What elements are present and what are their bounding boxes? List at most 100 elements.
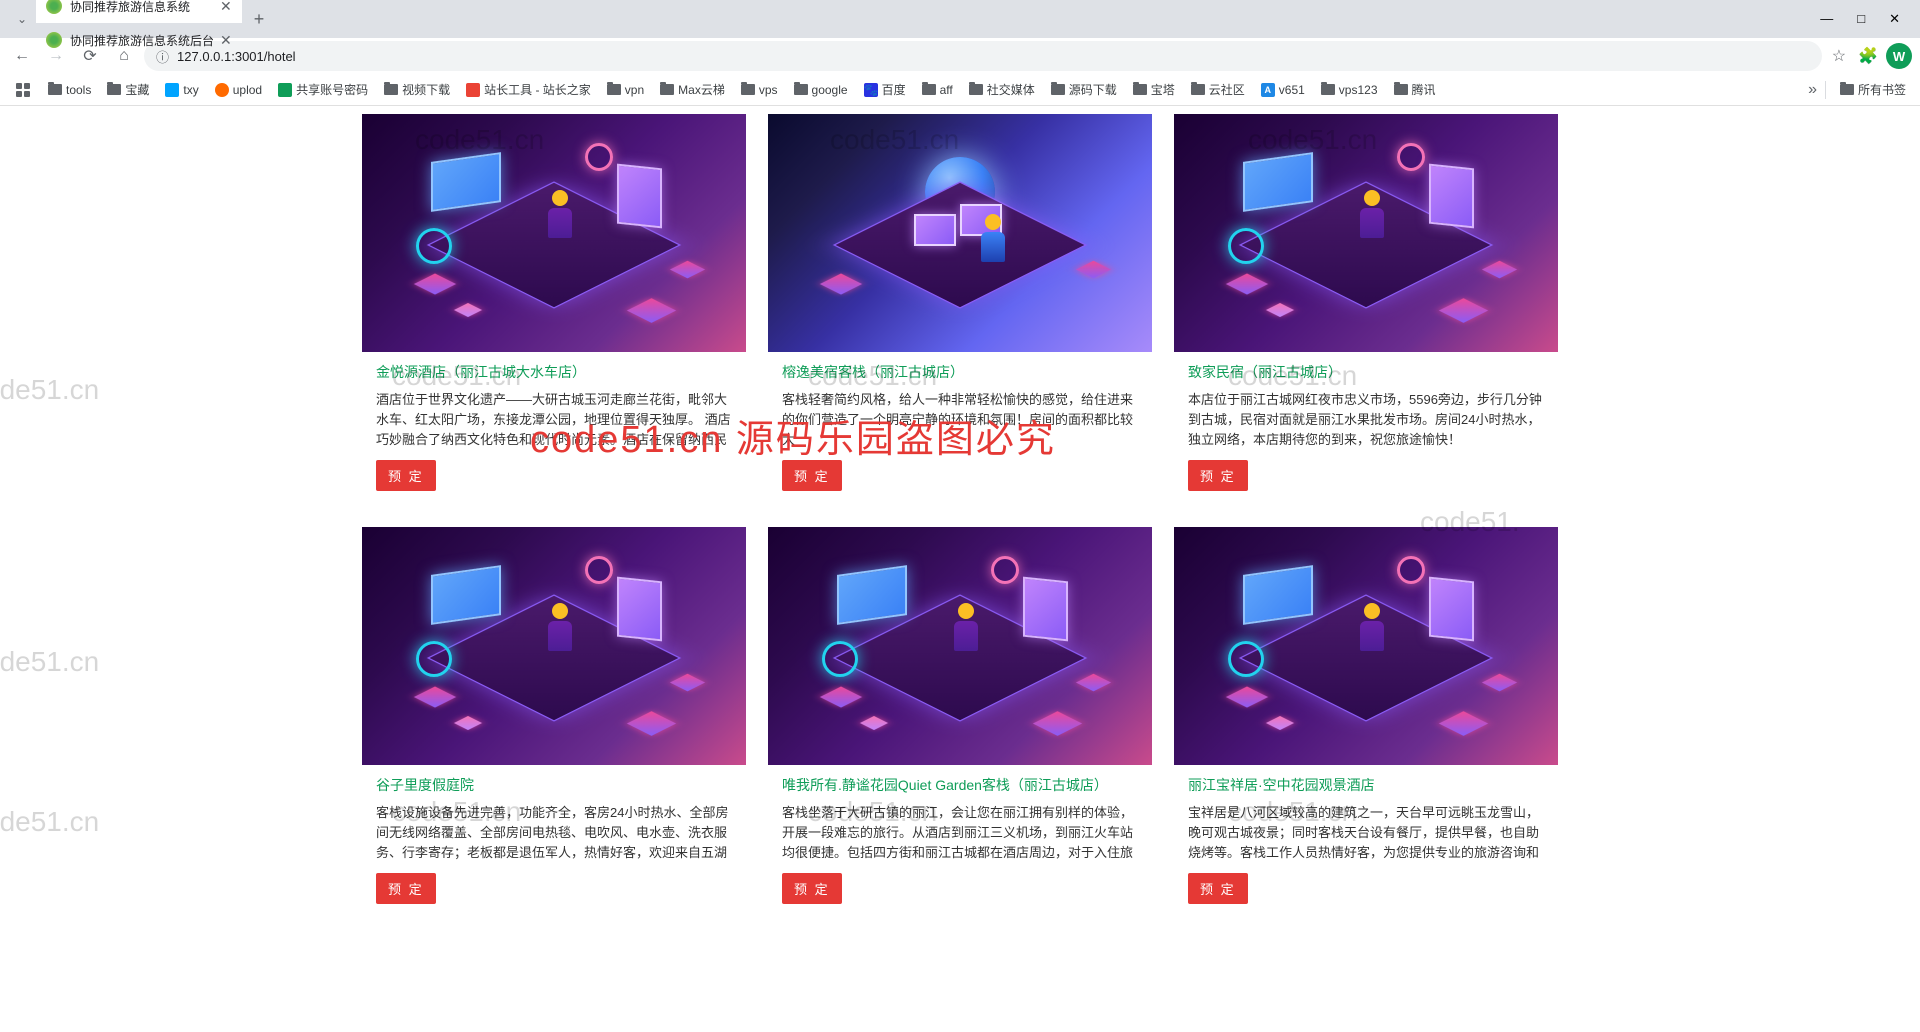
bookmark-item[interactable]: 共享账号密码 (272, 78, 374, 101)
folder-icon (1191, 84, 1205, 95)
book-button[interactable]: 预 定 (782, 873, 842, 904)
bookmark-item[interactable]: google (788, 80, 854, 100)
hotel-title[interactable]: 丽江宝祥居·空中花园观景酒店 (1188, 775, 1544, 795)
tab-dropdown[interactable]: ⌄ (8, 12, 36, 26)
folder-icon (1840, 84, 1854, 95)
bookmark-star-icon[interactable]: ☆ (1828, 42, 1850, 70)
hotel-info: 丽江宝祥居·空中花园观景酒店 宝祥居是八河区域较高的建筑之一，天台早可远眺玉龙雪… (1174, 765, 1558, 918)
hotel-image[interactable] (768, 114, 1152, 352)
hotel-title[interactable]: 唯我所有.静谧花园Quiet Garden客栈（丽江古城店） (782, 775, 1138, 795)
bookmark-item[interactable]: vps123 (1315, 80, 1384, 100)
bookmark-label: v651 (1279, 83, 1305, 97)
bookmark-item[interactable]: 🐾 百度 (858, 78, 912, 101)
bookmark-item[interactable]: 腾讯 (1388, 78, 1442, 101)
book-button[interactable]: 预 定 (1188, 460, 1248, 491)
tab-bar: ⌄ 协同推荐旅游信息系统 ✕ 协同推荐旅游信息系统后台 ✕ + — □ ✕ (0, 0, 1920, 38)
book-button[interactable]: 预 定 (376, 460, 436, 491)
hotel-description: 客栈设施设备先进完善，功能齐全，客房24小时热水、全部房间无线网络覆盖、全部房间… (376, 803, 732, 863)
bookmark-label: vps123 (1339, 83, 1378, 97)
bookmark-item[interactable]: Av651 (1255, 80, 1311, 100)
folder-icon (1394, 84, 1408, 95)
folder-icon (1133, 84, 1147, 95)
tab-close-icon[interactable]: ✕ (220, 0, 232, 15)
hotel-description: 客栈轻奢简约风格，给人一种非常轻松愉快的感觉，给住进来的你们营造了一个明亮宁静的… (782, 390, 1138, 450)
book-button[interactable]: 预 定 (1188, 873, 1248, 904)
bookmark-label: 宝藏 (125, 81, 149, 98)
hotel-description: 酒店位于世界文化遗产——大研古城玉河走廊兰花街，毗邻大水车、红太阳广场，东接龙潭… (376, 390, 732, 450)
bookmark-item[interactable]: aff (916, 80, 959, 100)
tab-favicon (46, 0, 62, 14)
bookmark-item[interactable]: 视频下载 (378, 78, 456, 101)
hotel-image[interactable] (362, 527, 746, 765)
bookmark-label: 云社区 (1209, 81, 1245, 98)
browser-tab[interactable]: 协同推荐旅游信息系统 ✕ (36, 0, 242, 23)
tab-title: 协同推荐旅游信息系统后台 (70, 32, 214, 49)
tab-title: 协同推荐旅游信息系统 (70, 0, 214, 15)
bookmark-item[interactable]: 云社区 (1185, 78, 1251, 101)
hotel-image[interactable] (362, 114, 746, 352)
hotel-title[interactable]: 致家民宿（丽江古城店） (1188, 362, 1544, 382)
book-button[interactable]: 预 定 (376, 873, 436, 904)
hotel-card: 致家民宿（丽江古城店） 本店位于丽江古城网红夜市忠义市场，5596旁边，步行几分… (1174, 114, 1558, 505)
hotel-title[interactable]: 榕逸美宿客栈（丽江古城店） (782, 362, 1138, 382)
maximize-button[interactable]: □ (1857, 11, 1865, 27)
bookmark-label: 腾讯 (1412, 81, 1436, 98)
address-bar: ← → ⟳ ⌂ ⓘ 127.0.0.1:3001/hotel ☆ 🧩 W (0, 38, 1920, 74)
page-content[interactable]: .cn code51.cn code51.cn code51.cn cn cod… (0, 106, 1920, 1032)
folder-icon (794, 84, 808, 95)
bookmark-item[interactable]: Max云梯 (654, 78, 731, 101)
hotel-grid: 金悦源酒店（丽江古城大水车店） 酒店位于世界文化遗产——大研古城玉河走廊兰花街，… (362, 106, 1558, 926)
baidu-icon: 🐾 (864, 83, 878, 97)
url-field[interactable]: ⓘ 127.0.0.1:3001/hotel (144, 41, 1822, 71)
v-icon: A (1261, 83, 1275, 97)
bookmark-item[interactable]: tools (42, 80, 97, 100)
bookmarks-overflow-icon[interactable]: » (1808, 81, 1817, 99)
hotel-title[interactable]: 谷子里度假庭院 (376, 775, 732, 795)
folder-icon (660, 84, 674, 95)
bookmark-item[interactable]: 源码下载 (1045, 78, 1123, 101)
hotel-info: 谷子里度假庭院 客栈设施设备先进完善，功能齐全，客房24小时热水、全部房间无线网… (362, 765, 746, 918)
hotel-image[interactable] (1174, 114, 1558, 352)
bookmark-label: vpn (625, 83, 644, 97)
hotel-image[interactable] (768, 527, 1152, 765)
bookmark-item[interactable]: txy (159, 80, 204, 100)
all-bookmarks-button[interactable]: 所有书签 (1834, 78, 1912, 101)
back-button[interactable]: ← (8, 42, 36, 70)
red-icon (466, 83, 480, 97)
apps-icon (14, 81, 32, 99)
hotel-description: 客栈坐落于大研古镇的丽江，会让您在丽江拥有别样的体验，开展一段难忘的旅行。从酒店… (782, 803, 1138, 863)
bookmark-item[interactable]: vps (735, 80, 784, 100)
hotel-card: 丽江宝祥居·空中花园观景酒店 宝祥居是八河区域较高的建筑之一，天台早可远眺玉龙雪… (1174, 527, 1558, 918)
bookmark-label: 百度 (882, 81, 906, 98)
hotel-image[interactable] (1174, 527, 1558, 765)
new-tab-button[interactable]: + (244, 9, 275, 30)
bookmark-label: 源码下载 (1069, 81, 1117, 98)
hotel-card: 榕逸美宿客栈（丽江古城店） 客栈轻奢简约风格，给人一种非常轻松愉快的感觉，给住进… (768, 114, 1152, 505)
bookmark-item[interactable]: 宝塔 (1127, 78, 1181, 101)
folder-icon (741, 84, 755, 95)
minimize-button[interactable]: — (1820, 11, 1833, 27)
hotel-title[interactable]: 金悦源酒店（丽江古城大水车店） (376, 362, 732, 382)
bookmark-item[interactable] (8, 78, 38, 102)
bookmark-item[interactable]: 站长工具 - 站长之家 (460, 78, 597, 101)
close-window-button[interactable]: ✕ (1889, 11, 1900, 27)
extensions-icon[interactable]: 🧩 (1854, 42, 1882, 70)
bookmark-label: tools (66, 83, 91, 97)
window-controls: — □ ✕ (1820, 11, 1912, 27)
bookmark-label: txy (183, 83, 198, 97)
tab-close-icon[interactable]: ✕ (220, 32, 232, 49)
hotel-info: 唯我所有.静谧花园Quiet Garden客栈（丽江古城店） 客栈坐落于大研古镇… (768, 765, 1152, 918)
folder-icon (384, 84, 398, 95)
profile-avatar[interactable]: W (1886, 43, 1912, 69)
bookmark-label: 宝塔 (1151, 81, 1175, 98)
hotel-card: 谷子里度假庭院 客栈设施设备先进完善，功能齐全，客房24小时热水、全部房间无线网… (362, 527, 746, 918)
bookmark-item[interactable]: vpn (601, 80, 650, 100)
folder-icon (1321, 84, 1335, 95)
bookmark-item[interactable]: 社交媒体 (963, 78, 1041, 101)
bookmark-label: vps (759, 83, 778, 97)
bookmark-item[interactable]: 宝藏 (101, 78, 155, 101)
book-button[interactable]: 预 定 (782, 460, 842, 491)
browser-tab[interactable]: 协同推荐旅游信息系统后台 ✕ (36, 23, 242, 57)
bookmark-label: 视频下载 (402, 81, 450, 98)
bookmark-item[interactable]: uplod (209, 80, 268, 100)
